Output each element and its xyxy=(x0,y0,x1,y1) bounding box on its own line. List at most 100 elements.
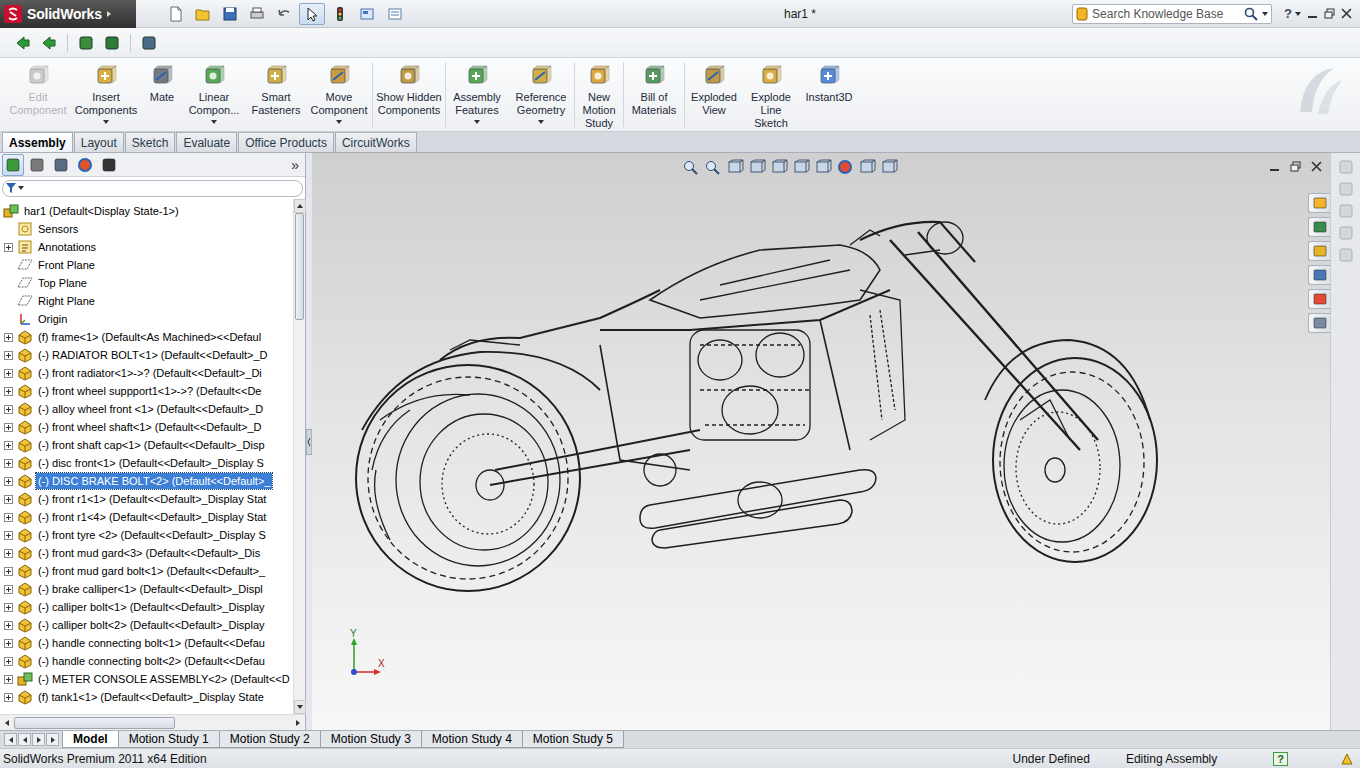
dropdown-arrow-icon[interactable] xyxy=(538,120,544,124)
scroll-thumb[interactable] xyxy=(295,213,304,320)
expand-icon[interactable] xyxy=(4,369,13,378)
tree-row[interactable]: (-) handle connecting bolt<2> (Default<<… xyxy=(0,652,293,670)
close-icon[interactable] xyxy=(1341,8,1352,19)
toolbar-button[interactable] xyxy=(101,32,123,54)
view-orientation-icon[interactable] xyxy=(770,159,788,175)
ribbon-button[interactable]: Show Hidden Components xyxy=(376,62,442,127)
tree-row[interactable]: Sensors xyxy=(0,220,293,238)
expand-icon[interactable] xyxy=(4,675,13,684)
expand-icon[interactable] xyxy=(4,621,13,630)
command-tab[interactable]: Assembly xyxy=(2,132,73,152)
tree-row[interactable]: (-) disc front<1> (Default<<Default>_Dis… xyxy=(0,454,293,472)
tree-row[interactable]: (-) DISC BRAKE BOLT<2> (Default<<Default… xyxy=(0,472,293,490)
tree-row[interactable]: (-) calliper bolt<2> (Default<<Default>_… xyxy=(0,616,293,634)
search-field[interactable]: Search Knowledge Base xyxy=(1072,4,1272,24)
hide-show-icon[interactable] xyxy=(814,159,832,175)
expand-icon[interactable] xyxy=(4,549,13,558)
command-tab[interactable]: Sketch xyxy=(125,132,176,152)
app-menu-button[interactable]: SolidWorks xyxy=(0,0,136,28)
tree-row[interactable]: (-) handle connecting bolt<1> (Default<<… xyxy=(0,634,293,652)
tree-row[interactable]: Annotations xyxy=(0,238,293,256)
scroll-up-button[interactable] xyxy=(294,199,306,213)
expand-icon[interactable] xyxy=(4,477,13,486)
scroll-down-button[interactable] xyxy=(294,700,306,714)
panel-tab[interactable] xyxy=(26,154,48,176)
expand-icon[interactable] xyxy=(4,567,13,576)
restore-icon[interactable] xyxy=(1324,8,1335,19)
tree-row[interactable]: (-) front mud gard<3> (Default<<Default>… xyxy=(0,544,293,562)
select-icon[interactable] xyxy=(304,6,320,22)
scroll-right-button[interactable] xyxy=(291,716,305,730)
panel-tab[interactable] xyxy=(2,154,24,176)
task-pane-tab[interactable] xyxy=(1308,193,1330,213)
tree-row[interactable]: (-) front tyre <2> (Default<<Default>_Di… xyxy=(0,526,293,544)
tree-row[interactable]: (-) front wheel shaft<1> (Default<<Defau… xyxy=(0,418,293,436)
ribbon-button[interactable]: Bill of Materials xyxy=(627,62,681,127)
ribbon-button[interactable]: Instant3D xyxy=(802,62,856,127)
tree-row[interactable]: (-) front radiator<1>->? (Default<<Defau… xyxy=(0,364,293,382)
tree-row[interactable]: (-) brake calliper<1> (Default<<Default>… xyxy=(0,580,293,598)
tree-row[interactable]: Top Plane xyxy=(0,274,293,292)
dropdown-arrow-icon[interactable] xyxy=(474,120,480,124)
vertical-scrollbar[interactable] xyxy=(293,199,305,714)
appearance-icon[interactable] xyxy=(836,159,854,175)
bottom-tab[interactable]: Motion Study 3 xyxy=(320,731,422,748)
panel-more-button[interactable]: » xyxy=(291,157,303,173)
expand-icon[interactable] xyxy=(4,405,13,414)
expand-icon[interactable] xyxy=(4,441,13,450)
quick-access-button[interactable] xyxy=(245,3,269,25)
panel-tab[interactable] xyxy=(74,154,96,176)
rebuild-status-icon[interactable] xyxy=(1340,752,1354,766)
task-pane-button-icon[interactable] xyxy=(1338,225,1354,241)
new-document-icon[interactable] xyxy=(168,6,184,22)
options-icon[interactable] xyxy=(359,6,375,22)
quick-access-button[interactable] xyxy=(299,3,325,25)
task-pane-tab[interactable] xyxy=(1308,265,1330,285)
expand-icon[interactable] xyxy=(4,693,13,702)
tree-row[interactable]: Origin xyxy=(0,310,293,328)
tab-nav-button[interactable] xyxy=(32,733,45,746)
bottom-tab[interactable]: Motion Study 1 xyxy=(118,731,220,748)
ribbon-button[interactable]: Reference Geometry xyxy=(511,62,571,127)
toolbar-button[interactable] xyxy=(138,32,160,54)
scroll-thumb[interactable] xyxy=(14,717,175,729)
expand-icon[interactable] xyxy=(4,513,13,522)
task-pane-button-icon[interactable] xyxy=(1338,181,1354,197)
tree-row[interactable]: (-) front mud gard bolt<1> (Default<<Def… xyxy=(0,562,293,580)
quick-access-button[interactable] xyxy=(382,3,408,25)
ribbon-button[interactable]: Exploded View xyxy=(688,62,740,127)
quick-access-button[interactable] xyxy=(164,3,188,25)
quick-access-button[interactable] xyxy=(328,3,352,25)
tree-row[interactable]: (f) frame<1> (Default<As Machined><<Defa… xyxy=(0,328,293,346)
tree-row[interactable]: (f) tank1<1> (Default<<Default>_Display … xyxy=(0,688,293,706)
status-help-button[interactable]: ? xyxy=(1273,752,1288,766)
dropdown-arrow-icon[interactable] xyxy=(211,120,217,124)
layout-icon[interactable] xyxy=(387,6,403,22)
expand-icon[interactable] xyxy=(4,423,13,432)
ribbon-button[interactable]: Explode Line Sketch xyxy=(746,62,796,127)
motorcycle-model-drawing[interactable] xyxy=(312,153,1330,730)
task-pane-button-icon[interactable] xyxy=(1338,203,1354,219)
zoom-area-icon[interactable] xyxy=(704,159,722,175)
expand-icon[interactable] xyxy=(4,531,13,540)
toolbar-button[interactable] xyxy=(75,32,97,54)
bottom-tab[interactable]: Motion Study 2 xyxy=(219,731,321,748)
command-tab[interactable]: Office Products xyxy=(238,132,334,152)
task-pane-tab[interactable] xyxy=(1308,241,1330,261)
zoom-fit-icon[interactable] xyxy=(682,159,700,175)
tree-row[interactable]: (-) alloy wheel front <1> (Default<<Defa… xyxy=(0,400,293,418)
save-icon[interactable] xyxy=(222,6,238,22)
open-icon[interactable] xyxy=(195,6,211,22)
horizontal-scrollbar[interactable] xyxy=(0,714,305,730)
expand-icon[interactable] xyxy=(4,387,13,396)
tree-root[interactable]: har1 (Default<Display State-1>) xyxy=(0,202,293,220)
toolbar-button[interactable] xyxy=(12,32,34,54)
expand-icon[interactable] xyxy=(4,603,13,612)
dropdown-arrow-icon[interactable] xyxy=(103,120,109,124)
tree-row[interactable]: Front Plane xyxy=(0,256,293,274)
display-style-icon[interactable] xyxy=(792,159,810,175)
task-pane-tab[interactable] xyxy=(1308,313,1330,333)
tab-nav-button[interactable] xyxy=(46,733,59,746)
graphics-area[interactable]: YX xyxy=(312,153,1330,730)
rebuild-icon[interactable] xyxy=(332,6,348,22)
